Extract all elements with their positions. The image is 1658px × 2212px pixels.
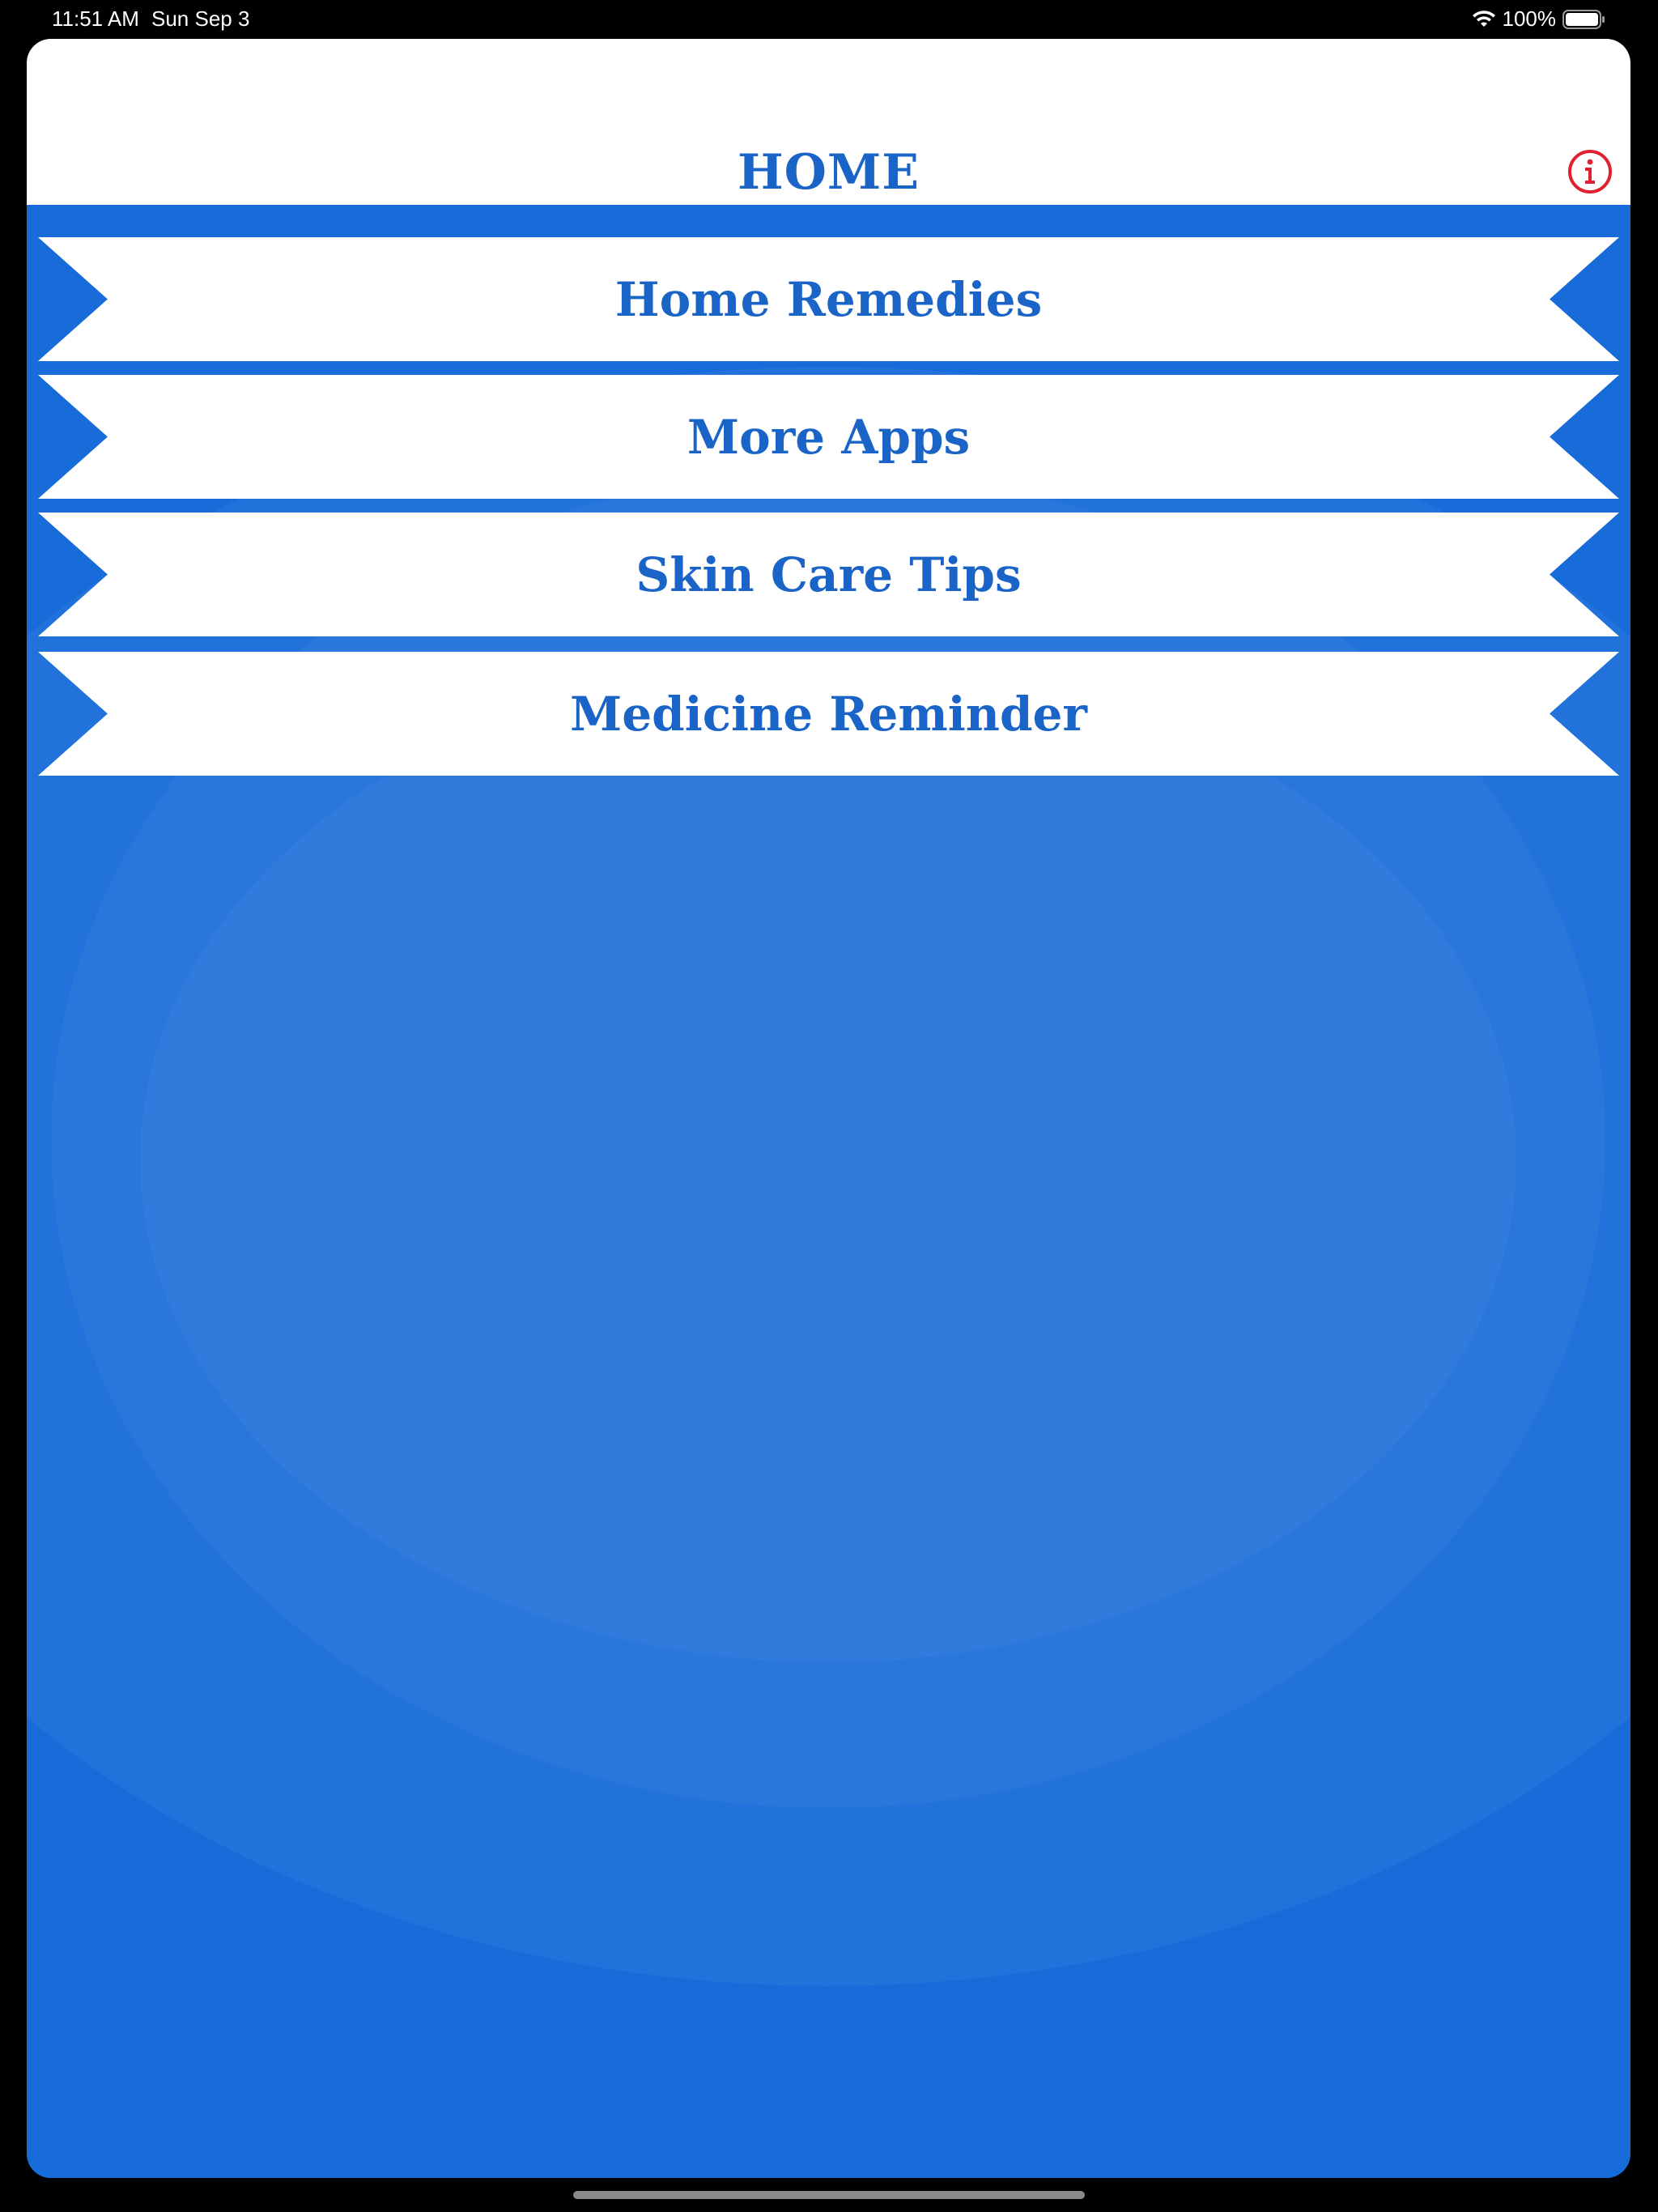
battery-percent: 100% [1502, 6, 1557, 31]
status-time: 11:51 AM [52, 6, 139, 31]
status-date: Sun Sep 3 [151, 6, 250, 31]
page-title: HOME [737, 144, 920, 201]
menu-item-medicine-reminder[interactable]: Medicine Reminder [38, 652, 1619, 776]
menu-item-home-remedies[interactable]: Home Remedies [38, 237, 1619, 361]
menu-item-label: Home Remedies [614, 271, 1043, 327]
background-glow [140, 658, 1516, 1662]
status-indicators: 100% [1472, 6, 1607, 32]
menu-item-skin-care-tips[interactable]: Skin Care Tips [38, 513, 1619, 636]
info-icon[interactable] [1567, 149, 1613, 194]
status-bar: 11:51 AM Sun Sep 3 100% [0, 0, 1658, 39]
menu-item-label: Medicine Reminder [570, 686, 1087, 742]
home-indicator[interactable] [573, 2191, 1085, 2199]
menu-item-more-apps[interactable]: More Apps [38, 375, 1619, 499]
navigation-bar: HOME [27, 39, 1630, 205]
app-window: HOME Home Remedies More Apps Skin Care T… [27, 39, 1630, 2178]
content-area: Home Remedies More Apps Skin Care Tips M… [27, 205, 1630, 2178]
menu-item-label: More Apps [687, 409, 971, 465]
menu-item-label: Skin Care Tips [636, 547, 1022, 602]
battery-icon [1562, 9, 1606, 30]
wifi-icon [1472, 10, 1496, 29]
